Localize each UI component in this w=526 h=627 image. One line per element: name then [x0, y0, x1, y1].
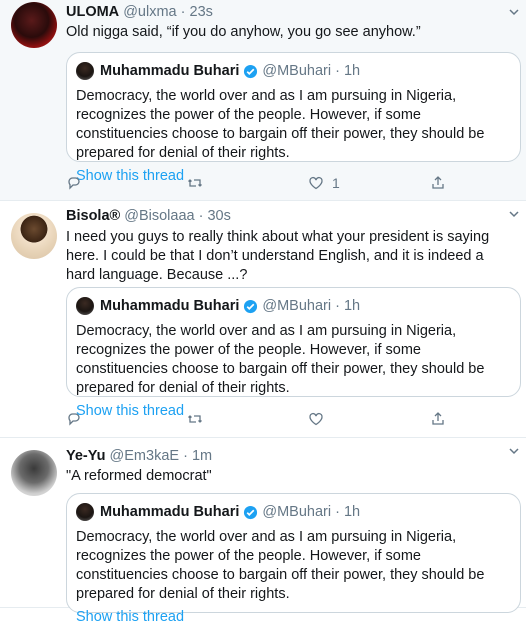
- separator-dot: ·: [183, 448, 188, 464]
- avatar: [76, 62, 94, 80]
- verified-badge-icon: [244, 505, 258, 519]
- tweet-text: "A reformed democrat": [66, 468, 212, 484]
- author-name[interactable]: Bisola®: [66, 208, 120, 224]
- tweet-text: Old nigga said, “if you do anyhow, you g…: [66, 24, 421, 40]
- avatar[interactable]: [11, 450, 57, 496]
- show-thread-link[interactable]: Show this thread: [76, 608, 510, 627]
- avatar: [76, 297, 94, 315]
- separator-dot: ·: [335, 298, 340, 314]
- reply-icon: [68, 177, 80, 190]
- tweet-item[interactable]: ULOMA @ulxma · 23s Old nigga said, “if y…: [0, 0, 526, 201]
- verified-badge-icon: [244, 64, 258, 78]
- like-icon: [309, 412, 323, 426]
- chevron-down-icon[interactable]: [508, 208, 520, 220]
- quoted-tweet-time: 1h: [343, 298, 361, 314]
- avatar: [76, 503, 94, 521]
- quoted-author-handle: @MBuhari: [262, 504, 332, 520]
- retweet-button[interactable]: [187, 173, 203, 193]
- retweet-icon: [188, 179, 202, 187]
- author-name[interactable]: Ye-Yu: [66, 448, 106, 464]
- reply-button[interactable]: [66, 173, 82, 193]
- share-button[interactable]: [430, 409, 446, 429]
- tweet-time[interactable]: 1m: [192, 448, 212, 464]
- separator-dot: ·: [198, 208, 204, 224]
- chevron-down-icon[interactable]: [508, 445, 520, 457]
- quoted-author-handle: @MBuhari: [262, 298, 332, 314]
- tweet-item[interactable]: Ye-Yu @Em3kaE · 1m "A reformed democrat"…: [0, 438, 526, 625]
- reply-icon: [68, 413, 80, 426]
- separator-dot: ·: [335, 63, 340, 79]
- author-name[interactable]: ULOMA: [66, 4, 119, 20]
- reply-button[interactable]: [66, 409, 82, 429]
- quoted-tweet-header: Muhammadu Buhari @MBuhari · 1h: [76, 502, 510, 522]
- tweet-actions: 1: [66, 173, 466, 193]
- author-handle[interactable]: @ulxma: [123, 4, 176, 20]
- quoted-tweet[interactable]: Muhammadu Buhari @MBuhari · 1h Democracy…: [66, 287, 521, 419]
- tweet-actions: [66, 409, 466, 429]
- separator-dot: ·: [335, 504, 340, 520]
- quoted-tweet-header: Muhammadu Buhari @MBuhari · 1h: [76, 296, 510, 316]
- separator-dot: ·: [180, 4, 186, 20]
- retweet-icon: [188, 415, 202, 423]
- like-button[interactable]: [308, 409, 332, 429]
- tweet-header: ULOMA @ulxma · 23s: [66, 4, 213, 22]
- quoted-author-name: Muhammadu Buhari: [100, 298, 240, 314]
- tweet-time[interactable]: 23s: [190, 4, 213, 20]
- share-icon: [432, 176, 444, 189]
- like-count: 1: [332, 175, 340, 191]
- tweet-time[interactable]: 30s: [207, 208, 230, 224]
- verified-badge-icon: [244, 299, 258, 313]
- retweet-button[interactable]: [187, 409, 203, 429]
- avatar[interactable]: [11, 213, 57, 259]
- quoted-author-name: Muhammadu Buhari: [100, 504, 240, 520]
- like-button[interactable]: 1: [308, 173, 340, 193]
- quoted-tweet-time: 1h: [343, 63, 361, 79]
- quoted-author-name: Muhammadu Buhari: [100, 63, 240, 79]
- quoted-tweet[interactable]: Muhammadu Buhari @MBuhari · 1h Democracy…: [66, 52, 521, 184]
- quoted-tweet-text: Democracy, the world over and as I am pu…: [76, 529, 485, 602]
- tweet-header: Bisola® @Bisolaaa · 30s: [66, 208, 231, 226]
- like-icon: [309, 176, 323, 190]
- quoted-tweet-text: Democracy, the world over and as I am pu…: [76, 88, 485, 161]
- quoted-author-handle: @MBuhari: [262, 63, 332, 79]
- tweet-text: I need you guys to really think about wh…: [66, 229, 490, 283]
- tweet-header: Ye-Yu @Em3kaE · 1m: [66, 448, 212, 466]
- quoted-tweet-time: 1h: [343, 504, 361, 520]
- quoted-tweet-text: Democracy, the world over and as I am pu…: [76, 323, 485, 396]
- share-icon: [432, 412, 444, 425]
- author-handle[interactable]: @Em3kaE: [110, 448, 180, 464]
- quoted-tweet[interactable]: Muhammadu Buhari @MBuhari · 1h Democracy…: [66, 493, 521, 625]
- chevron-down-icon[interactable]: [508, 6, 520, 18]
- share-button[interactable]: [430, 173, 446, 193]
- avatar[interactable]: [11, 2, 57, 48]
- author-handle[interactable]: @Bisolaaa: [124, 208, 194, 224]
- quoted-tweet-header: Muhammadu Buhari @MBuhari · 1h: [76, 61, 510, 81]
- tweet-item[interactable]: Bisola® @Bisolaaa · 30s I need you guys …: [0, 201, 526, 438]
